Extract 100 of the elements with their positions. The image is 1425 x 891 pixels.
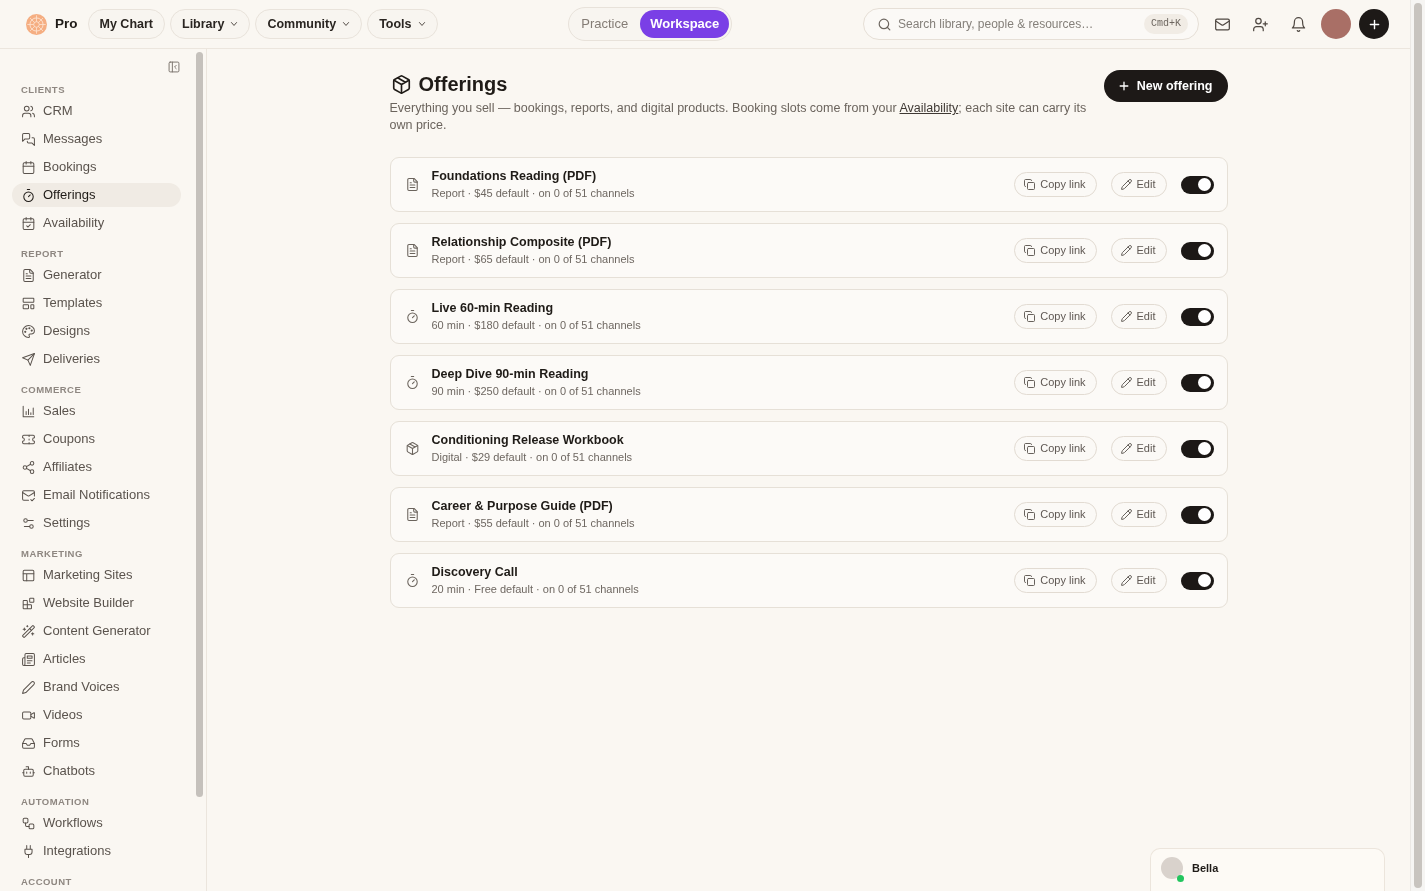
chat-widget[interactable]: Bella bbox=[1150, 848, 1385, 891]
section-heading: AUTOMATION bbox=[21, 796, 90, 808]
robot-icon bbox=[22, 764, 35, 778]
document-icon bbox=[405, 508, 419, 521]
sidebar-item[interactable]: Offerings bbox=[12, 183, 181, 207]
chat-name: Bella bbox=[1192, 861, 1219, 876]
new-offering-button[interactable]: New offering bbox=[1103, 70, 1228, 102]
section-heading: COMMERCE bbox=[21, 384, 82, 396]
sidebar-item[interactable]: Website Builder bbox=[12, 591, 181, 615]
mail-icon[interactable] bbox=[1214, 16, 1230, 32]
magic-wand-icon bbox=[22, 624, 35, 638]
pencil-icon bbox=[1120, 509, 1132, 520]
sidebar-item[interactable]: Content Generator bbox=[12, 619, 181, 643]
sidebar-item[interactable]: Email Notifications bbox=[12, 483, 181, 507]
pencil-icon bbox=[1120, 179, 1132, 190]
edit-button[interactable]: Edit bbox=[1110, 436, 1167, 461]
bell-icon[interactable] bbox=[1290, 16, 1306, 32]
offering-details: Digital · $29 default · on 0 of 51 channels bbox=[431, 450, 633, 465]
copy-icon bbox=[1024, 179, 1036, 190]
scrollbar-thumb[interactable] bbox=[196, 52, 203, 797]
search-field[interactable]: Search library, people & resources… Cmd+K bbox=[863, 8, 1199, 40]
copy-link-button[interactable]: Copy link bbox=[1014, 304, 1097, 329]
toggle-switch[interactable] bbox=[1180, 439, 1214, 458]
sidebar-item[interactable]: Forms bbox=[12, 731, 181, 755]
user-plus-icon[interactable] bbox=[1252, 16, 1268, 32]
nav-menu-button[interactable]: Tools bbox=[367, 9, 438, 39]
sidebar-item[interactable]: Articles bbox=[12, 647, 181, 671]
plus-icon bbox=[1117, 80, 1130, 92]
sidebar-item[interactable]: Brand Voices bbox=[12, 675, 181, 699]
nav-menu-button[interactable]: Library bbox=[170, 9, 251, 39]
pen-icon bbox=[22, 680, 35, 694]
edit-button[interactable]: Edit bbox=[1110, 370, 1167, 395]
copy-icon bbox=[1024, 443, 1036, 454]
layout-icon bbox=[22, 296, 35, 310]
section-heading: CLIENTS bbox=[21, 84, 65, 96]
document-icon bbox=[405, 178, 419, 191]
pencil-icon bbox=[1120, 311, 1132, 322]
calendar-icon bbox=[22, 160, 35, 174]
copy-link-button[interactable]: Copy link bbox=[1014, 502, 1097, 527]
sidebar-item[interactable]: Bookings bbox=[12, 155, 181, 179]
sidebar-item[interactable]: Availability bbox=[12, 211, 181, 235]
copy-link-button[interactable]: Copy link bbox=[1014, 370, 1097, 395]
offering-title: Discovery Call bbox=[431, 564, 519, 580]
stopwatch-icon bbox=[405, 310, 419, 323]
offering-details: 60 min · $180 default · on 0 of 51 channels bbox=[431, 318, 641, 333]
paper-plane-icon bbox=[22, 352, 35, 366]
edit-button[interactable]: Edit bbox=[1110, 172, 1167, 197]
copy-icon bbox=[1024, 311, 1036, 322]
pencil-icon bbox=[1120, 245, 1132, 256]
toggle-switch[interactable] bbox=[1180, 241, 1214, 260]
sidebar-item[interactable]: Coupons bbox=[12, 427, 181, 451]
sidebar-item[interactable]: Deliveries bbox=[12, 347, 181, 371]
chevron-down-icon bbox=[417, 20, 426, 28]
sidebar-item[interactable]: CRM bbox=[12, 99, 181, 123]
sidebar-item[interactable]: Designs bbox=[12, 319, 181, 343]
scrollbar-thumb[interactable] bbox=[1414, 3, 1422, 888]
nav-menu-button[interactable]: My Chart bbox=[87, 9, 165, 39]
search-input[interactable]: Search library, people & resources… bbox=[898, 15, 1137, 33]
mode-tab[interactable]: Practice bbox=[571, 10, 639, 38]
stopwatch-icon bbox=[405, 376, 419, 389]
ticket-icon bbox=[22, 432, 35, 446]
sidebar-item[interactable]: Templates bbox=[12, 291, 181, 315]
edit-button[interactable]: Edit bbox=[1110, 568, 1167, 593]
sidebar-item[interactable]: Settings bbox=[12, 511, 181, 535]
pencil-icon bbox=[1120, 377, 1132, 388]
page-description: Everything you sell — bookings, reports, and digital products. Booking slots come from your Availability; each site can carry its own price. bbox=[389, 100, 1088, 134]
edit-button[interactable]: Edit bbox=[1110, 238, 1167, 263]
sidebar-item[interactable]: Messages bbox=[12, 127, 181, 151]
toggle-switch[interactable] bbox=[1180, 373, 1214, 392]
sidebar-item[interactable]: Generator bbox=[12, 263, 181, 287]
offering-title: Deep Dive 90-min Reading bbox=[431, 366, 590, 382]
shortcut-hint: Cmd+K bbox=[1144, 14, 1188, 34]
copy-link-button[interactable]: Copy link bbox=[1014, 238, 1097, 263]
sidebar-item[interactable]: Integrations bbox=[12, 839, 181, 863]
blocks-icon bbox=[22, 596, 35, 610]
avatar[interactable] bbox=[1321, 9, 1351, 39]
sidebar-toggle-icon[interactable] bbox=[168, 61, 180, 73]
sidebar-item[interactable]: Workflows bbox=[12, 811, 181, 835]
edit-button[interactable]: Edit bbox=[1110, 304, 1167, 329]
mode-tab[interactable]: Workspace bbox=[640, 10, 730, 38]
copy-icon bbox=[1024, 377, 1036, 388]
toggle-switch[interactable] bbox=[1180, 505, 1214, 524]
sidebar-item[interactable]: Sales bbox=[12, 399, 181, 423]
sidebar-item[interactable]: Videos bbox=[12, 703, 181, 727]
sidebar-item[interactable]: Affiliates bbox=[12, 455, 181, 479]
copy-link-button[interactable]: Copy link bbox=[1014, 172, 1097, 197]
sidebar-item[interactable]: Marketing Sites bbox=[12, 563, 181, 587]
toggle-switch[interactable] bbox=[1180, 571, 1214, 590]
section-heading: ACCOUNT bbox=[21, 876, 72, 888]
pencil-icon bbox=[1120, 443, 1132, 454]
edit-button[interactable]: Edit bbox=[1110, 502, 1167, 527]
toggle-switch[interactable] bbox=[1180, 307, 1214, 326]
copy-link-button[interactable]: Copy link bbox=[1014, 436, 1097, 461]
video-camera-icon bbox=[22, 708, 35, 722]
sidebar-item[interactable]: Chatbots bbox=[12, 759, 181, 783]
copy-link-button[interactable]: Copy link bbox=[1014, 568, 1097, 593]
add-button[interactable] bbox=[1359, 9, 1389, 39]
nav-menu-button[interactable]: Community bbox=[255, 9, 363, 39]
offering-title: Conditioning Release Workbook bbox=[431, 432, 625, 448]
toggle-switch[interactable] bbox=[1180, 175, 1214, 194]
